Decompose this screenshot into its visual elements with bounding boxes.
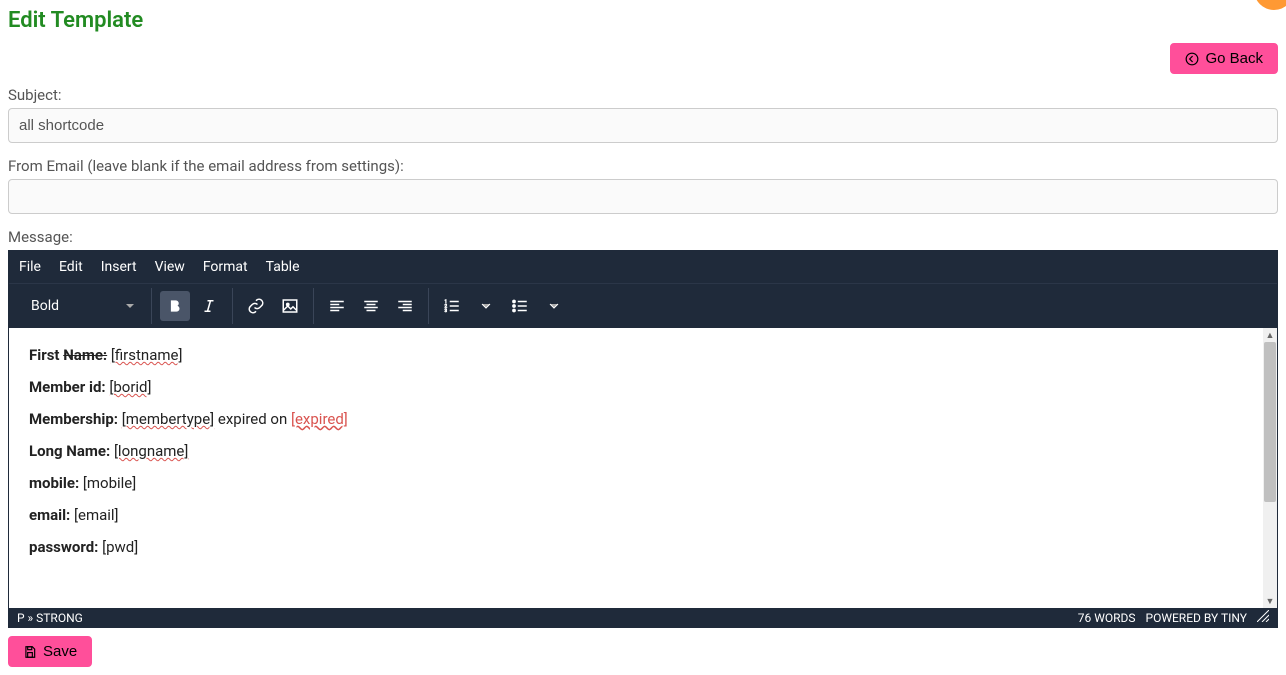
chevron-down-icon [549, 301, 559, 311]
link-button[interactable] [241, 291, 271, 321]
powered-by: POWERED BY TINY [1146, 611, 1248, 625]
align-right-button[interactable] [390, 291, 420, 321]
message-label: Message: [8, 228, 1278, 246]
page-title: Edit Template [8, 8, 1278, 33]
italic-button[interactable] [194, 291, 224, 321]
scroll-up-icon: ▲ [1265, 330, 1275, 340]
editor-toolbar: Bold [9, 284, 1277, 328]
scrollbar-thumb[interactable] [1264, 342, 1276, 502]
svg-text:3: 3 [445, 308, 448, 314]
content-line: First Name: [firstname] [29, 346, 1257, 364]
resize-icon [1257, 610, 1269, 622]
editor-body-wrap: First Name: [firstname] Member id: [bori… [9, 328, 1277, 608]
font-style-select[interactable]: Bold [23, 294, 143, 318]
menu-view[interactable]: View [155, 259, 185, 275]
status-path[interactable]: P » STRONG [17, 611, 83, 625]
link-icon [247, 297, 265, 315]
align-center-icon [362, 297, 380, 315]
content-line: Membership: [membertype] expired on [exp… [29, 410, 1257, 428]
numbered-list-icon: 123 [443, 297, 461, 315]
image-icon [281, 297, 299, 315]
menu-table[interactable]: Table [266, 259, 300, 275]
bold-icon [166, 297, 184, 315]
go-back-button[interactable]: Go Back [1170, 43, 1278, 74]
bullet-list-icon [511, 297, 529, 315]
align-center-button[interactable] [356, 291, 386, 321]
bold-button[interactable] [160, 291, 190, 321]
subject-label: Subject: [8, 86, 1278, 104]
editor-statusbar: P » STRONG 76 WORDS POWERED BY TINY [9, 608, 1277, 627]
menu-insert[interactable]: Insert [101, 259, 137, 275]
menu-file[interactable]: File [19, 259, 41, 275]
content-line: password: [pwd] [29, 538, 1257, 556]
arrow-left-circle-icon [1185, 52, 1199, 66]
scroll-down-icon: ▼ [1265, 596, 1275, 606]
save-button[interactable]: Save [8, 636, 92, 667]
italic-icon [200, 297, 218, 315]
bullet-list-dropdown[interactable] [539, 291, 569, 321]
chevron-down-icon [125, 301, 135, 311]
save-row: Save [8, 636, 1278, 667]
editor-menubar: File Edit Insert View Format Table [9, 251, 1277, 284]
content-line: mobile: [mobile] [29, 474, 1257, 492]
editor-content[interactable]: First Name: [firstname] Member id: [bori… [9, 328, 1277, 608]
numbered-list-button[interactable]: 123 [437, 291, 467, 321]
content-line: Long Name: [longname] [29, 442, 1257, 460]
content-line: email: [email] [29, 506, 1257, 524]
menu-format[interactable]: Format [203, 259, 248, 275]
menu-edit[interactable]: Edit [59, 259, 83, 275]
bullet-list-button[interactable] [505, 291, 535, 321]
top-actions: Go Back [8, 43, 1278, 74]
content-line: Member id: [borid] [29, 378, 1257, 396]
align-left-icon [328, 297, 346, 315]
go-back-label: Go Back [1205, 50, 1263, 67]
from-email-label: From Email (leave blank if the email add… [8, 157, 1278, 175]
from-email-input[interactable] [8, 179, 1278, 214]
subject-input[interactable] [8, 108, 1278, 143]
image-button[interactable] [275, 291, 305, 321]
align-left-button[interactable] [322, 291, 352, 321]
editor-scrollbar[interactable]: ▲ ▼ [1263, 328, 1277, 608]
font-style-value: Bold [31, 298, 59, 314]
align-right-icon [396, 297, 414, 315]
chevron-down-icon [481, 301, 491, 311]
numbered-list-dropdown[interactable] [471, 291, 501, 321]
save-label: Save [43, 643, 77, 660]
save-icon [23, 645, 37, 659]
rich-text-editor: File Edit Insert View Format Table Bold [8, 250, 1278, 628]
resize-handle[interactable] [1257, 610, 1269, 625]
word-count: 76 WORDS [1078, 611, 1136, 625]
